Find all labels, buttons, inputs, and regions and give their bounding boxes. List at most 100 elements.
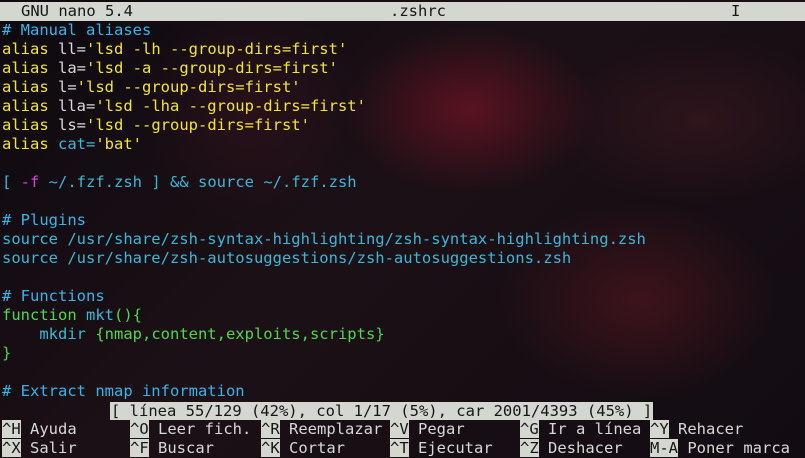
shortcut-key: ^Y bbox=[650, 420, 669, 438]
shortcut-key: ^H bbox=[2, 420, 21, 438]
code-token: && bbox=[170, 173, 189, 191]
code-line: # Functions bbox=[2, 287, 805, 306]
code-token: source ~/.fzf.zsh bbox=[188, 173, 357, 191]
shortcut-key: ^O bbox=[130, 420, 149, 438]
code-token: -f bbox=[20, 173, 40, 191]
code-token: ls= bbox=[58, 116, 86, 134]
code-token: # Functions bbox=[2, 287, 105, 305]
code-token: 'lsd -a --group-dirs=first' bbox=[86, 59, 338, 77]
code-token: 'bat' bbox=[95, 135, 142, 153]
code-line: alias l='lsd --group-dirs=first' bbox=[2, 78, 805, 97]
text-cursor-icon: I bbox=[731, 2, 741, 20]
shortcut-label: Reemplazar bbox=[279, 420, 383, 438]
shortcut-salir[interactable]: ^X Salir bbox=[2, 439, 77, 458]
code-line: # Extract nmap information bbox=[2, 382, 805, 401]
shortcut-label: Cortar bbox=[279, 439, 345, 457]
code-line: alias ls='lsd --group-dirs=first' bbox=[2, 116, 805, 135]
code-token: source /usr/share/zsh-syntax-highlightin… bbox=[2, 230, 646, 248]
code-line: mkdir {nmap,content,exploits,scripts} bbox=[2, 325, 805, 344]
code-token: } bbox=[2, 344, 12, 362]
code-token: mkdir bbox=[2, 325, 96, 343]
shortcut-key: ^G bbox=[520, 420, 539, 438]
code-token: la= bbox=[58, 59, 86, 77]
shortcut-help-bar: ^H Ayuda ^O Leer fich. ^R Reemplazar ^V Peg… bbox=[2, 420, 805, 458]
code-token: 'lsd --group-dirs=first' bbox=[76, 78, 301, 96]
code-token: {nmap,content,exploits,scripts} bbox=[95, 325, 385, 343]
shortcut-label: Poner marca bbox=[678, 439, 790, 457]
shortcut-label: Pegar bbox=[408, 420, 465, 438]
shortcut-leer-fich-[interactable]: ^O Leer fich. bbox=[130, 420, 251, 439]
shortcut-label: Salir bbox=[20, 439, 77, 457]
code-line: alias lla='lsd -lha --group-dirs=first' bbox=[2, 97, 805, 116]
code-token: source /usr/share/zsh-autosuggestions/zs… bbox=[2, 249, 572, 267]
code-token: # Plugins bbox=[2, 211, 86, 229]
code-token: (){ bbox=[114, 306, 142, 324]
code-token: ~/.fzf.zsh ] bbox=[39, 173, 170, 191]
code-token: 'lsd --group-dirs=first' bbox=[86, 116, 310, 134]
code-token: # Manual aliases bbox=[2, 21, 152, 39]
shortcut-label: Buscar bbox=[148, 439, 214, 457]
code-token: alias bbox=[2, 97, 58, 115]
code-token: # Extract nmap information bbox=[2, 382, 245, 400]
shortcut-cortar[interactable]: ^K Cortar bbox=[261, 439, 345, 458]
shortcut-label: Ejecutar bbox=[408, 439, 493, 457]
shortcut-key: ^V bbox=[390, 420, 409, 438]
code-line: # Manual aliases bbox=[2, 21, 805, 40]
code-token: mkt bbox=[86, 306, 114, 324]
nano-title-bar: GNU nano 5.4 .zshrc I bbox=[0, 2, 805, 21]
code-line: [ -f ~/.fzf.zsh ] && source ~/.fzf.zsh bbox=[2, 173, 805, 192]
shortcut-deshacer[interactable]: ^Z Deshacer bbox=[520, 439, 623, 458]
code-token: l= bbox=[58, 78, 77, 96]
code-token: [ bbox=[2, 173, 21, 191]
shortcut-key: ^X bbox=[2, 439, 21, 457]
shortcut-ejecutar[interactable]: ^T Ejecutar bbox=[390, 439, 493, 458]
code-line: source /usr/share/zsh-autosuggestions/zs… bbox=[2, 249, 805, 268]
code-line: alias ll='lsd -lh --group-dirs=first' bbox=[2, 40, 805, 59]
code-line: alias cat='bat' bbox=[2, 135, 805, 154]
shortcut-row-1: ^H Ayuda ^O Leer fich. ^R Reemplazar ^V Peg… bbox=[2, 420, 805, 439]
shortcut-key: M-A bbox=[650, 439, 678, 457]
shortcut-buscar[interactable]: ^F Buscar bbox=[130, 439, 214, 458]
shortcut-key: ^F bbox=[130, 439, 149, 457]
shortcut-key: ^T bbox=[390, 439, 409, 457]
code-token: alias bbox=[2, 78, 58, 96]
shortcut-label: Deshacer bbox=[538, 439, 623, 457]
shortcut-key: ^Z bbox=[520, 439, 539, 457]
shortcut-ayuda[interactable]: ^H Ayuda bbox=[2, 420, 77, 439]
shortcut-key: ^R bbox=[261, 420, 280, 438]
code-token: alias bbox=[2, 59, 58, 77]
code-line: source /usr/share/zsh-syntax-highlightin… bbox=[2, 230, 805, 249]
code-token: alias bbox=[2, 40, 58, 58]
shortcut-label: Leer fich. bbox=[148, 420, 252, 438]
code-token: function bbox=[2, 306, 86, 324]
shortcut-pegar[interactable]: ^V Pegar bbox=[390, 420, 465, 439]
code-token: 'lsd -lh --group-dirs=first' bbox=[86, 40, 348, 58]
code-token: ll= bbox=[58, 40, 86, 58]
shortcut-label: Rehacer bbox=[668, 420, 744, 438]
code-line: # Plugins bbox=[2, 211, 805, 230]
file-name: .zshrc bbox=[390, 2, 446, 20]
shortcut-ir-a-línea[interactable]: ^G Ir a línea bbox=[520, 420, 641, 439]
code-token: cat= bbox=[58, 135, 96, 153]
cursor-position-status: [ línea 55/129 (42%), col 1/17 (5%), car… bbox=[110, 402, 654, 420]
shortcut-rehacer[interactable]: ^Y Rehacer bbox=[650, 420, 743, 439]
shortcut-key: ^K bbox=[261, 439, 280, 457]
code-line: } bbox=[2, 344, 805, 363]
code-token: alias bbox=[2, 135, 58, 153]
shortcut-label: Ayuda bbox=[20, 420, 77, 438]
app-version: GNU nano 5.4 bbox=[21, 2, 133, 20]
shortcut-label: Ir a línea bbox=[538, 420, 642, 438]
code-token: 'lsd -lha --group-dirs=first' bbox=[95, 97, 366, 115]
code-line: function mkt(){ bbox=[2, 306, 805, 325]
code-token: lla= bbox=[58, 97, 96, 115]
editor-text-area[interactable]: # Manual aliases alias ll='lsd -lh --grou… bbox=[2, 21, 805, 401]
shortcut-poner-marca[interactable]: M-A Poner marca bbox=[650, 439, 790, 458]
shortcut-row-2: ^X Salir ^F Buscar ^K Cortar ^T Ejecutar ^Z … bbox=[2, 439, 805, 458]
code-token: alias bbox=[2, 116, 58, 134]
code-line: alias la='lsd -a --group-dirs=first' bbox=[2, 59, 805, 78]
shortcut-reemplazar[interactable]: ^R Reemplazar bbox=[261, 420, 382, 439]
